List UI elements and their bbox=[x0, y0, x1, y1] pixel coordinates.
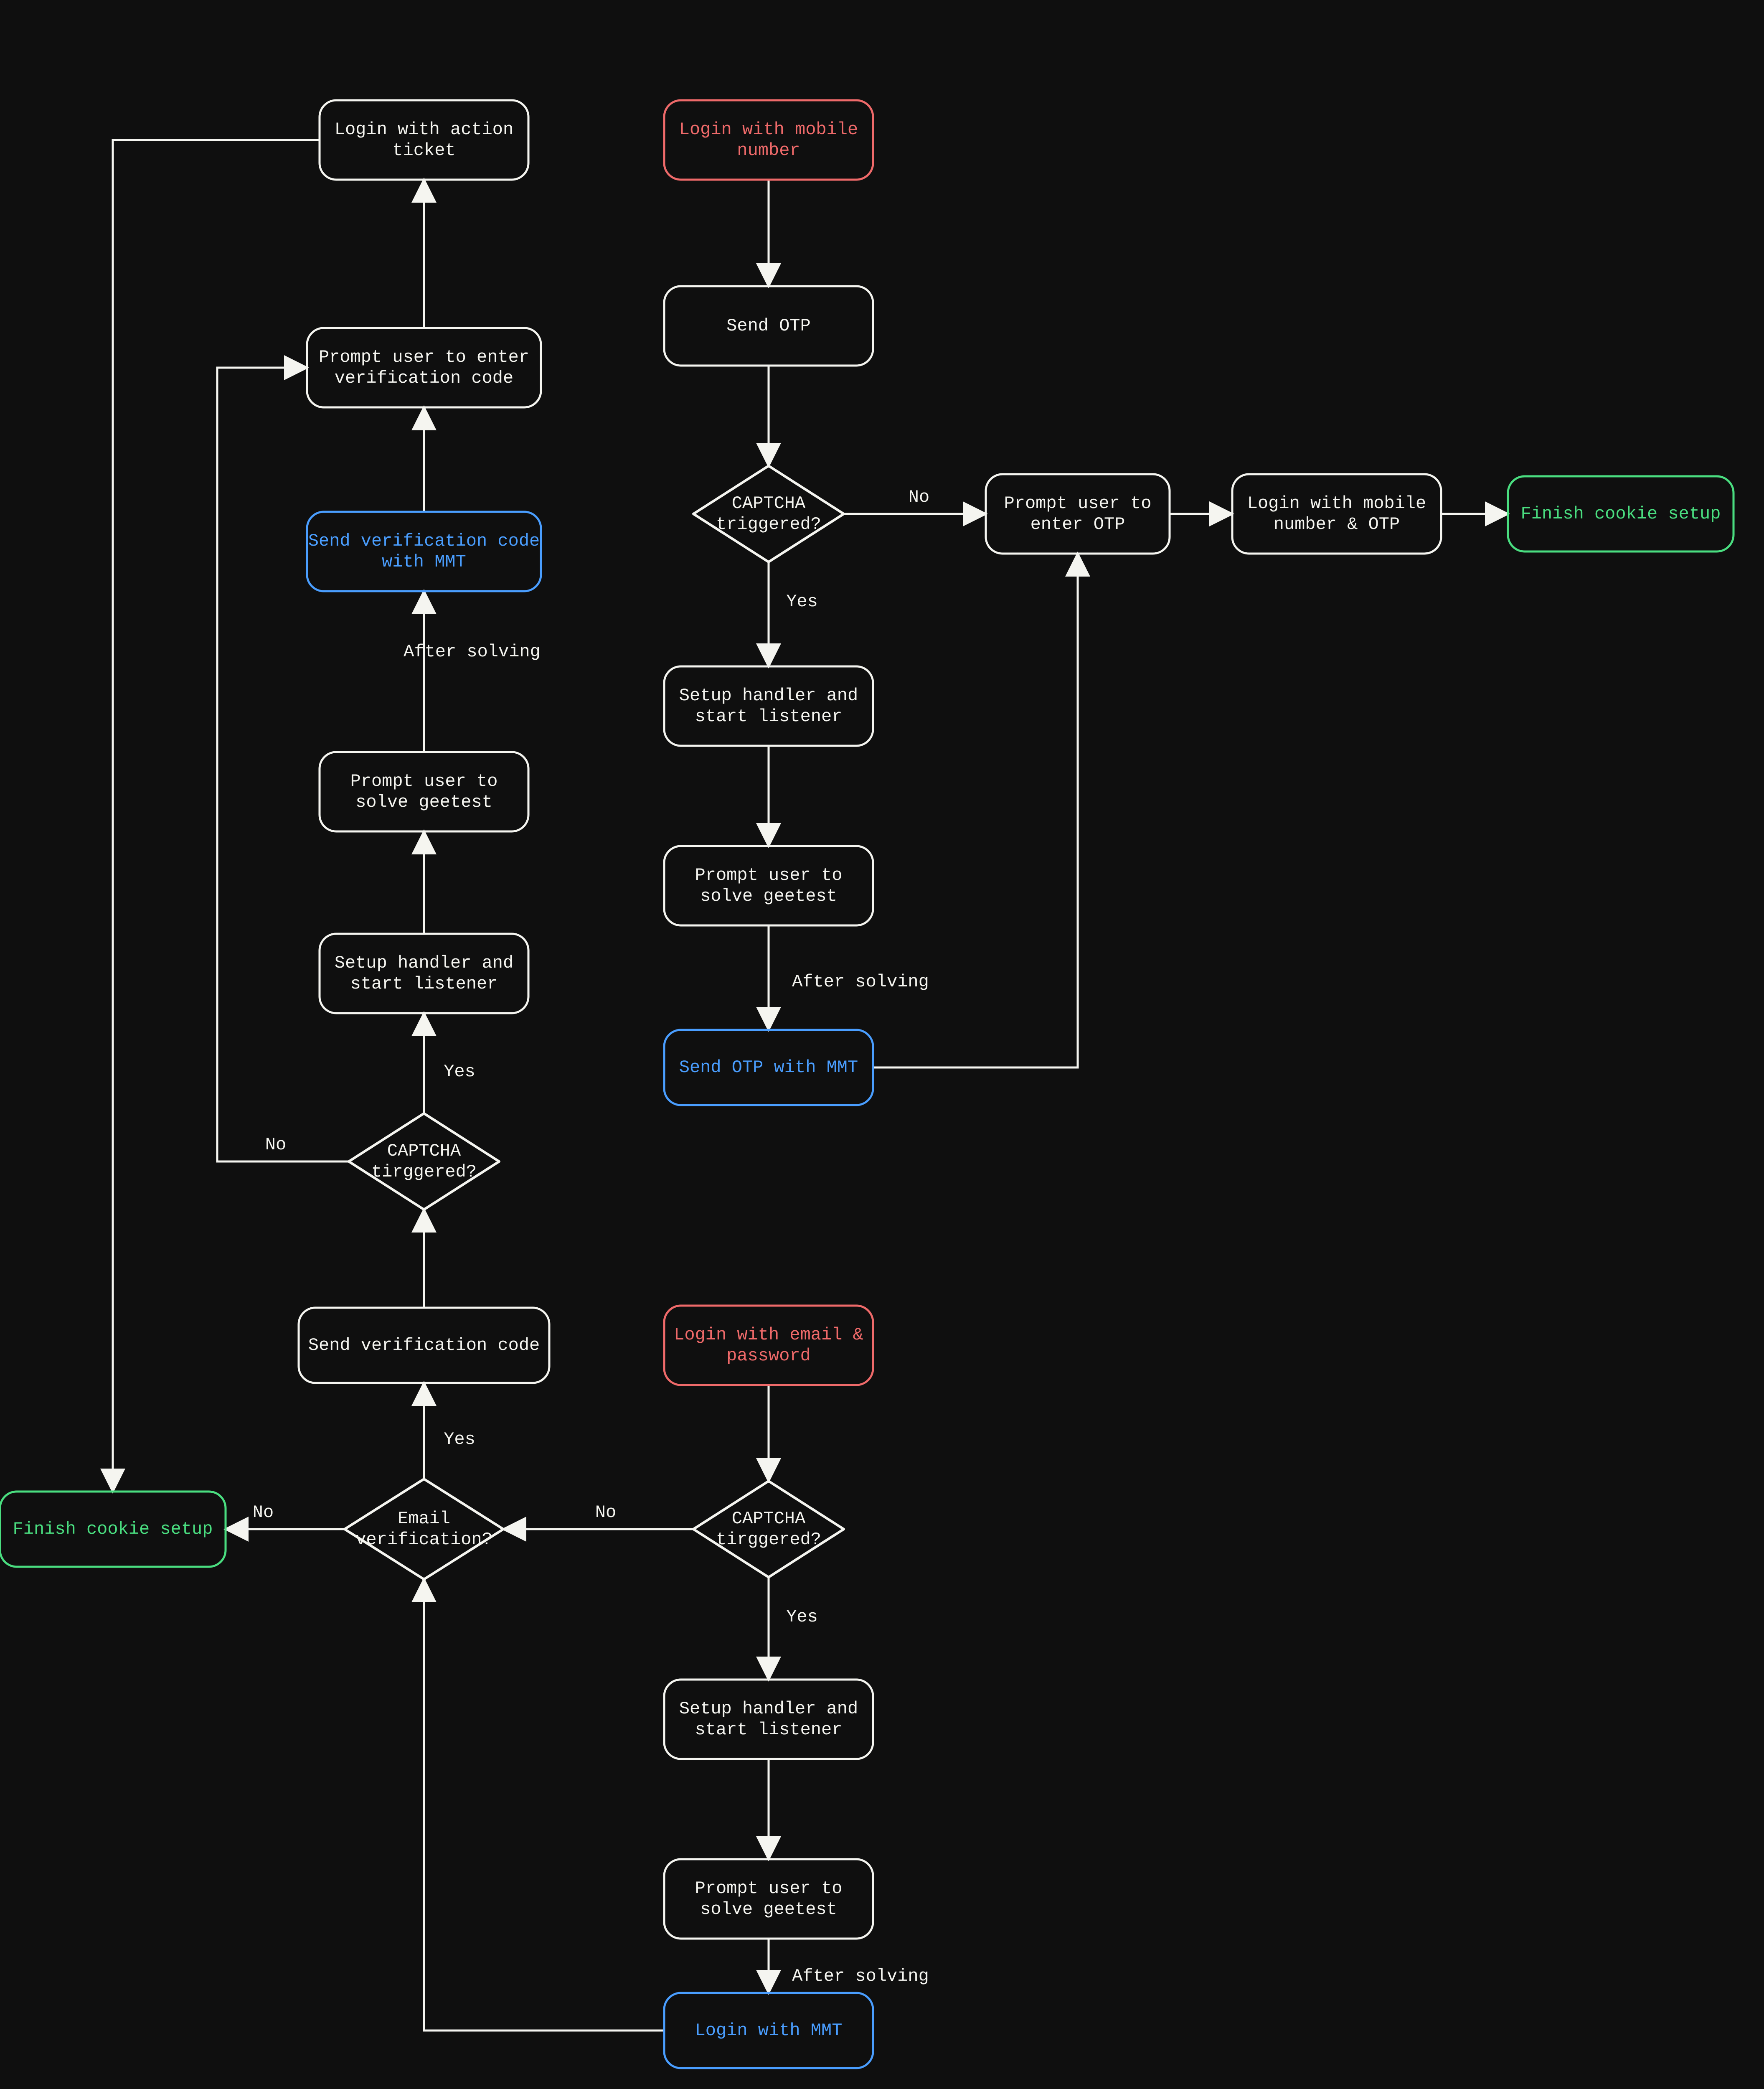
node-label: Finish cookie setup bbox=[13, 1519, 213, 1539]
node-m_finish: Finish cookie setup bbox=[1508, 476, 1734, 551]
node-e_finish: Finish cookie setup bbox=[0, 1492, 226, 1567]
node-label: Prompt user to bbox=[1004, 493, 1152, 513]
node-label: enter OTP bbox=[1030, 514, 1125, 534]
node-label: Login with MMT bbox=[695, 2020, 843, 2041]
node-label: start listener bbox=[350, 974, 498, 994]
node-label: Prompt user to bbox=[695, 1878, 843, 1898]
edge-label: Yes bbox=[444, 1429, 475, 1449]
node-e_ticket: Login with actionticket bbox=[320, 100, 528, 180]
node-label: number & OTP bbox=[1274, 514, 1400, 534]
node-e_prompt: Prompt user to enterverification code bbox=[307, 328, 541, 407]
node-m_prompt: Prompt user toenter OTP bbox=[986, 474, 1170, 554]
node-label: password bbox=[726, 1346, 811, 1366]
edge-label: No bbox=[265, 1135, 286, 1155]
node-label: CAPTCHA bbox=[732, 1509, 806, 1529]
node-e_cap: CAPTCHAtirggered? bbox=[693, 1481, 844, 1577]
edge-label: No bbox=[909, 487, 929, 507]
node-label: Prompt user to bbox=[350, 771, 498, 791]
node-e_sendmmt: Send verification codewith MMT bbox=[307, 512, 541, 591]
node-label: number bbox=[737, 140, 800, 160]
edge-label: Yes bbox=[786, 592, 818, 612]
node-label: verification code bbox=[335, 368, 513, 388]
node-label: with MMT bbox=[382, 552, 466, 572]
node-label: verification? bbox=[355, 1530, 492, 1550]
edge-label: No bbox=[595, 1502, 616, 1522]
node-label: Login with action bbox=[335, 119, 513, 140]
node-e_sendv: Send verification code bbox=[299, 1308, 549, 1383]
node-label: solve geetest bbox=[355, 792, 492, 812]
node-m_start: Login with mobilenumber bbox=[664, 100, 873, 180]
node-label: Login with email & bbox=[674, 1325, 863, 1345]
node-label: Finish cookie setup bbox=[1521, 504, 1721, 524]
edge-ecap2-eprompt bbox=[217, 368, 349, 1161]
node-label: CAPTCHA bbox=[732, 493, 806, 513]
edge-label: No bbox=[253, 1502, 274, 1522]
edge-emmt-eemail bbox=[424, 1579, 664, 2031]
node-label: CAPTCHA bbox=[387, 1141, 461, 1161]
node-e_solve2: Prompt user tosolve geetest bbox=[320, 752, 528, 831]
node-e_email: Emailverification? bbox=[345, 1479, 503, 1579]
node-label: start listener bbox=[695, 706, 843, 727]
edge-label: After solving bbox=[404, 642, 541, 662]
node-m_setup: Setup handler andstart listener bbox=[664, 666, 873, 746]
node-label: Send OTP bbox=[726, 316, 811, 336]
node-label: Prompt user to bbox=[695, 865, 843, 885]
edge-label: After solving bbox=[792, 1966, 929, 1986]
node-e_cap2: CAPTCHAtirggered? bbox=[349, 1113, 499, 1210]
node-e_start: Login with email &password bbox=[664, 1306, 873, 1385]
node-label: Login with mobile bbox=[679, 119, 858, 140]
node-e_mmt: Login with MMT bbox=[664, 1993, 873, 2068]
node-label: start listener bbox=[695, 1720, 843, 1740]
node-label: triggered? bbox=[716, 514, 821, 534]
node-m_login: Login with mobilenumber & OTP bbox=[1232, 474, 1441, 554]
node-label: Send OTP with MMT bbox=[679, 1057, 858, 1078]
node-label: tirggered? bbox=[371, 1162, 477, 1182]
node-e_setup: Setup handler andstart listener bbox=[664, 1680, 873, 1759]
flowchart-canvas: Login with mobilenumberSend OTPCAPTCHAtr… bbox=[0, 0, 1764, 2089]
node-e_solve: Prompt user tosolve geetest bbox=[664, 1859, 873, 1939]
node-m_sendmmt: Send OTP with MMT bbox=[664, 1030, 873, 1105]
node-label: Setup handler and bbox=[335, 953, 513, 973]
node-label: Setup handler and bbox=[679, 1699, 858, 1719]
edge-label: Yes bbox=[444, 1062, 475, 1082]
node-label: solve geetest bbox=[700, 1899, 837, 1919]
node-label: Prompt user to enter bbox=[319, 347, 529, 367]
node-label: Send verification code bbox=[308, 1335, 540, 1355]
node-e_setup2: Setup handler andstart listener bbox=[320, 934, 528, 1013]
node-label: tirggered? bbox=[716, 1530, 821, 1550]
node-label: solve geetest bbox=[700, 886, 837, 906]
node-m_solve: Prompt user tosolve geetest bbox=[664, 846, 873, 925]
node-label: Login with mobile bbox=[1247, 493, 1426, 513]
node-label: Send verification code bbox=[308, 531, 540, 551]
node-m_sendotp: Send OTP bbox=[664, 286, 873, 366]
edge-label: After solving bbox=[792, 972, 929, 992]
edge-label: Yes bbox=[786, 1607, 818, 1627]
node-m_cap: CAPTCHAtriggered? bbox=[693, 466, 844, 562]
node-label: ticket bbox=[392, 140, 455, 160]
node-label: Email bbox=[398, 1509, 450, 1529]
node-label: Setup handler and bbox=[679, 686, 858, 706]
